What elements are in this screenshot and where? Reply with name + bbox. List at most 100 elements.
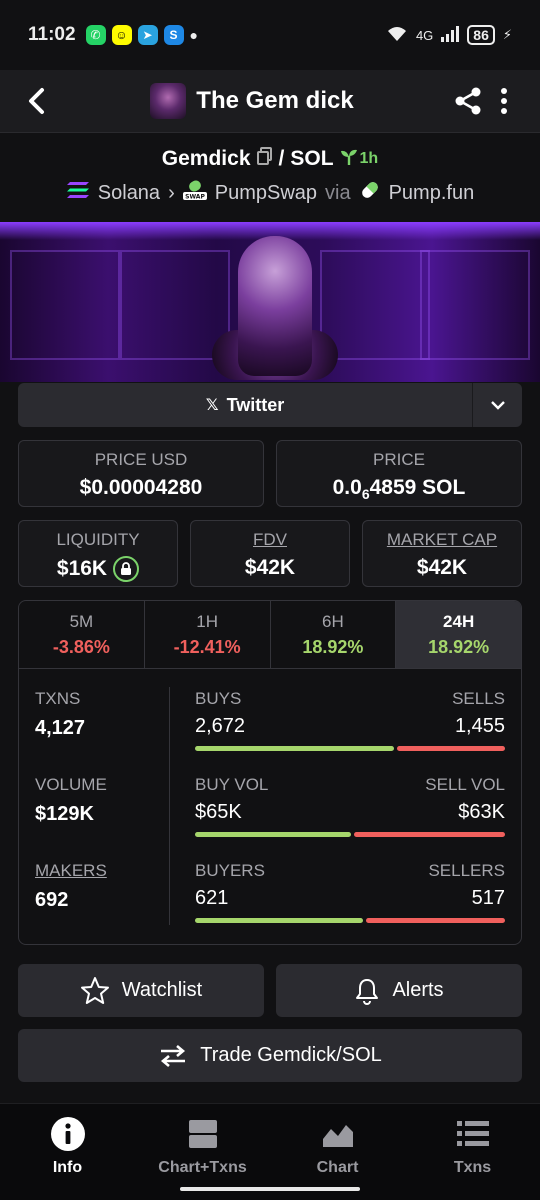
app-header: The Gem dick bbox=[0, 70, 540, 132]
bell-icon bbox=[356, 978, 379, 1005]
nav-txns[interactable]: Txns bbox=[405, 1104, 540, 1200]
liquidity-card: LIQUIDITY $16K bbox=[18, 520, 178, 587]
telegram-icon: ➤ bbox=[137, 25, 158, 45]
trade-button[interactable]: Trade Gemdick/SOL bbox=[18, 1029, 522, 1082]
tab-6h[interactable]: 6H 18.92% bbox=[271, 601, 397, 668]
dex-link[interactable]: PumpSwap bbox=[215, 182, 317, 205]
nav-info-label: Info bbox=[52, 1159, 83, 1176]
price-native-value: 0.064859 SOL bbox=[277, 476, 521, 502]
market-cap-card[interactable]: MARKET CAP $42K bbox=[362, 520, 522, 587]
more-options-button[interactable] bbox=[486, 83, 522, 119]
price-native-prefix: 0.0 bbox=[332, 476, 362, 499]
buys-value: 2,672 bbox=[195, 715, 246, 737]
alerts-button[interactable]: Alerts bbox=[276, 964, 522, 1017]
tab-label: 24H bbox=[443, 612, 475, 631]
pair-separator: / bbox=[278, 147, 285, 170]
via-label: via bbox=[325, 181, 351, 204]
volume-label: VOLUME bbox=[35, 775, 107, 794]
battery-charging-icon: ⚡ bbox=[502, 27, 512, 42]
buy-vol-label: BUY VOL bbox=[195, 775, 269, 794]
tab-1h[interactable]: 1H -12.41% bbox=[145, 601, 271, 668]
network-type: 4G bbox=[415, 27, 434, 43]
sells-bar-segment bbox=[396, 746, 505, 751]
banner-gem-image bbox=[238, 236, 312, 376]
chevron-right-icon: › bbox=[168, 181, 175, 204]
trade-label: Trade Gemdick/SOL bbox=[200, 1044, 382, 1066]
info-icon bbox=[50, 1117, 85, 1151]
liquidity-label: LIQUIDITY bbox=[56, 530, 140, 549]
liquidity-value-row: $16K bbox=[19, 556, 177, 582]
home-indicator[interactable] bbox=[180, 1187, 360, 1191]
txns-label: TXNS bbox=[35, 689, 81, 708]
shazam-icon: S bbox=[163, 25, 184, 45]
price-native-suffix: 4859 SOL bbox=[369, 476, 466, 499]
tab-label: 5M bbox=[69, 612, 94, 631]
chart-icon bbox=[322, 1125, 353, 1147]
battery-indicator: 86 bbox=[467, 25, 495, 45]
pumpfun-icon bbox=[359, 179, 381, 207]
wifi-icon bbox=[386, 25, 408, 46]
buyers-label: BUYERS bbox=[195, 861, 265, 880]
snapchat-icon: ☺ bbox=[111, 25, 132, 45]
star-icon bbox=[80, 976, 109, 1004]
share-icon bbox=[455, 87, 481, 115]
sellers-bar-segment bbox=[365, 918, 505, 923]
swap-arrows-icon bbox=[161, 1044, 186, 1067]
notification-icons: ✆ ☺ ➤ S ● bbox=[85, 25, 198, 45]
kebab-menu-icon bbox=[501, 88, 507, 114]
x-logo-icon: 𝕏 bbox=[205, 397, 219, 414]
fdv-label[interactable]: FDV bbox=[191, 530, 349, 550]
volume-value: $129K bbox=[35, 803, 94, 825]
buys-label: BUYS bbox=[195, 689, 242, 708]
buys-sells-bar bbox=[195, 746, 505, 751]
sells-value: 1,455 bbox=[454, 715, 505, 737]
stats-body: TXNS 4,127 VOLUME $129K MAKERS 692 BUYS … bbox=[19, 669, 521, 944]
tab-change: -12.41% bbox=[173, 637, 241, 657]
price-native-zero-count: 6 bbox=[361, 486, 370, 502]
token-banner bbox=[0, 222, 540, 382]
buyers-sellers-row: BUYERS SELLERS 621 517 bbox=[195, 861, 505, 923]
makers-value: 692 bbox=[35, 889, 69, 911]
buyers-sellers-bar bbox=[195, 918, 505, 923]
tab-5m[interactable]: 5M -3.86% bbox=[19, 601, 145, 668]
sellers-value: 517 bbox=[471, 887, 505, 909]
copy-icon[interactable] bbox=[256, 147, 273, 171]
share-button[interactable] bbox=[450, 83, 486, 119]
makers-label[interactable]: MAKERS bbox=[35, 861, 107, 881]
back-button[interactable] bbox=[18, 83, 54, 119]
socials-dropdown-button[interactable] bbox=[472, 383, 522, 427]
twitter-label: Twitter bbox=[226, 394, 285, 415]
chevron-left-icon bbox=[29, 88, 44, 114]
nav-chart-txns[interactable]: Chart+Txns bbox=[135, 1104, 270, 1200]
buys-sells-row: BUYS SELLS 2,672 1,455 bbox=[195, 689, 505, 751]
nav-info[interactable]: Info bbox=[0, 1104, 135, 1200]
fdv-value: $42K bbox=[244, 556, 296, 579]
banner-frame bbox=[320, 250, 430, 360]
lock-icon[interactable] bbox=[113, 556, 140, 582]
watchlist-button[interactable]: Watchlist bbox=[18, 964, 264, 1017]
buyers-value: 621 bbox=[195, 887, 229, 909]
price-usd-label: PRICE USD bbox=[94, 450, 188, 469]
chain-link[interactable]: Solana bbox=[98, 182, 160, 205]
buys-bar-segment bbox=[195, 746, 394, 751]
fdv-card[interactable]: FDV $42K bbox=[190, 520, 350, 587]
status-time: 11:02 bbox=[28, 24, 76, 45]
nav-chart[interactable]: Chart bbox=[270, 1104, 405, 1200]
launchpad-link[interactable]: Pump.fun bbox=[389, 182, 475, 205]
pair-info: Gemdick / SOL 1h Solana › SWAP PumpSwap … bbox=[0, 132, 540, 222]
svg-text:SWAP: SWAP bbox=[185, 194, 205, 201]
tab-change: 18.92% bbox=[428, 637, 490, 657]
buyers-bar-segment bbox=[195, 918, 363, 923]
price-native-card: PRICE 0.064859 SOL bbox=[276, 440, 522, 507]
nav-chart-txns-label: Chart+Txns bbox=[158, 1159, 247, 1176]
tab-24h[interactable]: 24H 18.92% bbox=[396, 601, 521, 668]
makers-stat[interactable]: MAKERS 692 bbox=[35, 861, 107, 912]
txns-stat: TXNS 4,127 bbox=[35, 689, 85, 740]
volume-stat: VOLUME $129K bbox=[35, 775, 107, 826]
market-cap-label[interactable]: MARKET CAP bbox=[363, 530, 521, 550]
banner-frame bbox=[420, 250, 530, 360]
tab-label: 6H bbox=[322, 612, 344, 631]
page-title: The Gem dick bbox=[196, 87, 354, 114]
bottom-navigation: Info Chart+Txns Chart Txns bbox=[0, 1103, 540, 1200]
twitter-link[interactable]: 𝕏 Twitter bbox=[18, 395, 472, 416]
